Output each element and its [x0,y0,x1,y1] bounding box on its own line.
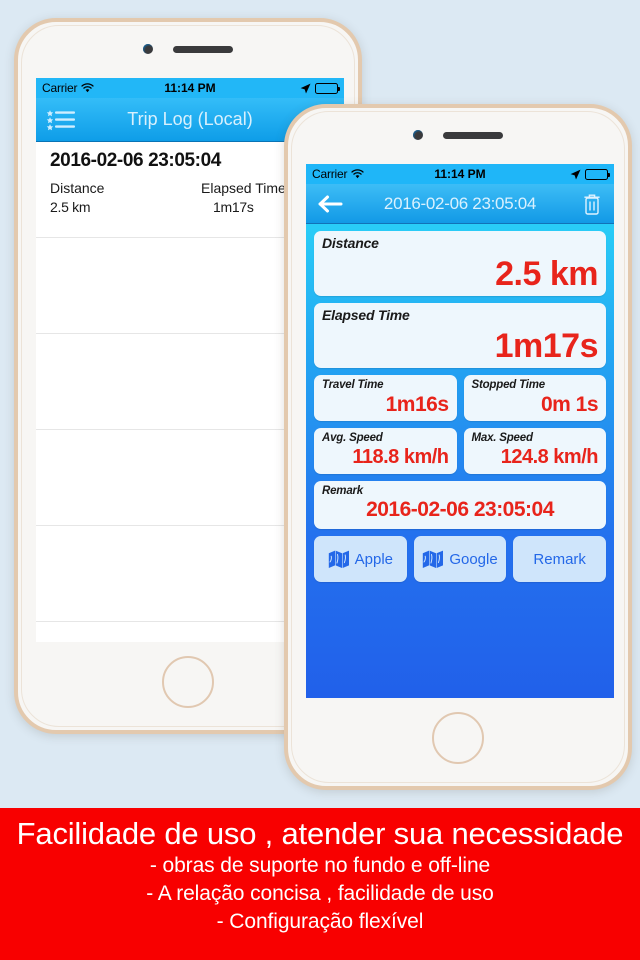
status-bar-back: Carrier 11:14 PM [36,78,344,98]
battery-full-icon [315,82,340,94]
card-stopped-time: Stopped Time 0m 1s [463,375,606,421]
card-distance-value: 2.5 km [495,255,598,293]
card-distance-label: Distance [322,235,379,251]
card-avg-speed-value: 118.8 km/h [352,446,449,468]
earpiece-speaker-icon [173,45,233,53]
trip-distance-label: Distance [50,180,105,196]
trip-detail-body: Distance 2.5 km Elapsed Time 1m17s Trave… [306,224,614,698]
card-remark-label: Remark [322,485,363,497]
earpiece-speaker-icon [443,131,503,139]
card-distance: Distance 2.5 km [314,231,606,296]
status-bar-right-back [300,82,340,94]
promo-banner: Facilidade de uso , atender sua necessid… [0,808,640,960]
front-camera-icon [413,130,423,140]
location-arrow-icon [300,83,311,93]
phone-speaker-row-front [288,130,628,140]
card-max-speed-value: 124.8 km/h [500,446,599,468]
banner-feature-line-3: - Configuração flexível [216,909,424,933]
status-bar-right-front [570,168,610,180]
trip-distance-value: 2.5 km [50,199,91,215]
card-row-times: Travel Time 1m16s Stopped Time 0m 1s [314,375,606,421]
card-elapsed-time-value: 1m17s [494,327,599,365]
card-stopped-time-value: 0m 1s [540,393,599,416]
phone-device-front: Carrier 11:14 PM 2016-02-06 23:05:04 Dis… [284,104,632,790]
card-max-speed: Max. Speed 124.8 km/h [463,428,606,474]
card-stopped-time-label: Stopped Time [471,379,546,391]
card-travel-time-value: 1m16s [385,393,449,416]
card-avg-speed-label: Avg. Speed [322,432,383,444]
banner-feature-line-2: - A relação concisa , facilidade de uso [146,881,494,905]
card-avg-speed: Avg. Speed 118.8 km/h [314,428,457,474]
remark-button[interactable]: Remark [513,536,607,582]
front-camera-icon [143,44,153,54]
card-remark-value: 2016-02-06 23:05:04 [366,498,554,521]
remark-button-label: Remark [533,550,586,568]
status-bar-time: 11:14 PM [434,167,486,181]
card-max-speed-label: Max. Speed [471,432,533,444]
trash-icon[interactable] [582,192,602,216]
card-remark: Remark 2016-02-06 23:05:04 [314,481,606,529]
card-elapsed-time-label: Elapsed Time [322,307,410,323]
card-travel-time: Travel Time 1m16s [314,375,457,421]
apple-maps-button-label: Apple [354,550,394,568]
action-button-row: Apple Google Remark [314,536,607,582]
banner-feature-line-1: - obras de suporte no fundo e off-line [149,853,491,877]
arrow-left-icon[interactable] [318,194,344,214]
banner-headline: Facilidade de uso , atender sua necessid… [16,816,624,851]
google-maps-button-label: Google [449,550,498,568]
screen-front: Carrier 11:14 PM 2016-02-06 23:05:04 Dis… [306,164,614,698]
status-bar-time: 11:14 PM [164,81,216,95]
navbar-front: 2016-02-06 23:05:04 [306,184,614,224]
card-elapsed-time: Elapsed Time 1m17s [314,303,606,368]
navbar-title-front: 2016-02-06 23:05:04 [383,193,537,213]
battery-full-icon [585,168,610,180]
phone-speaker-row-back [18,44,358,54]
google-maps-button[interactable]: Google [413,536,507,582]
home-button-back[interactable] [162,656,214,708]
status-bar-front: Carrier 11:14 PM [306,164,614,184]
list-bullet-icon[interactable] [46,109,76,131]
map-icon [423,550,444,568]
map-icon [328,550,349,568]
home-button-front[interactable] [432,712,484,764]
apple-maps-button[interactable]: Apple [314,536,407,582]
card-travel-time-label: Travel Time [322,379,384,391]
trip-distance-column: Distance 2.5 km [50,180,179,215]
location-arrow-icon [570,169,581,179]
card-row-speeds: Avg. Speed 118.8 km/h Max. Speed 124.8 k… [314,428,606,474]
